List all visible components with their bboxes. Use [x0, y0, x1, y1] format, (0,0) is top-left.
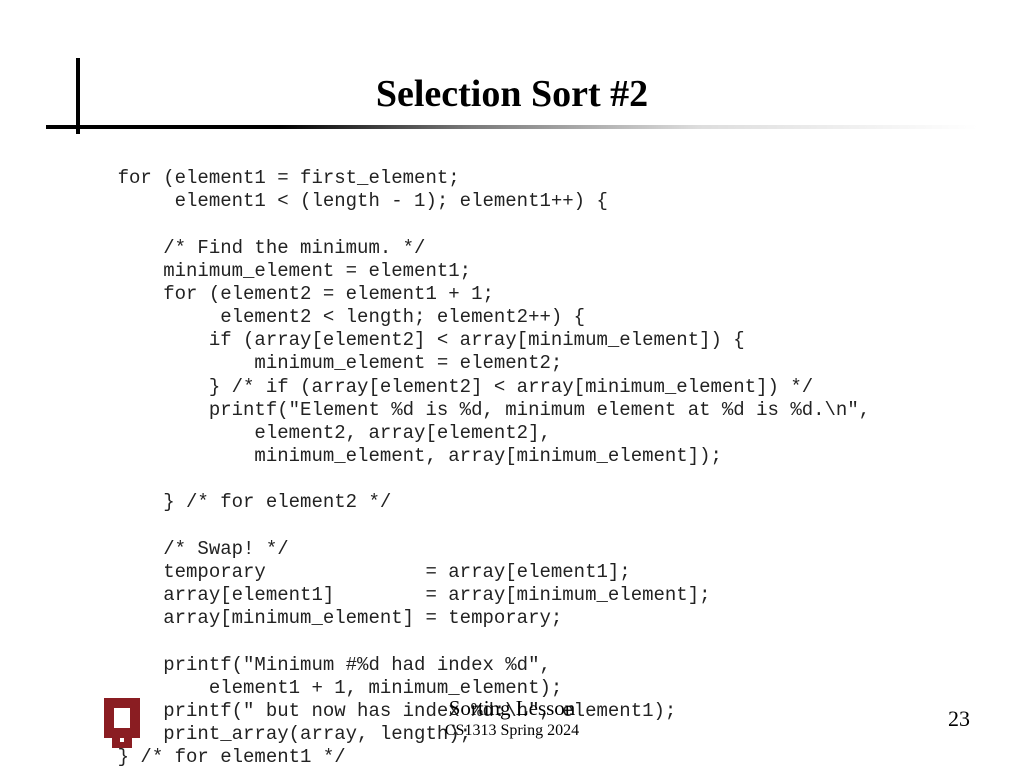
slide: Selection Sort #2 for (element1 = first_… [0, 0, 1024, 768]
footer-course: CS1313 Spring 2024 [0, 722, 1024, 740]
page-number: 23 [948, 706, 970, 732]
decor-horizontal-line [46, 125, 978, 129]
footer: Sorting Lesson CS1313 Spring 2024 [0, 696, 1024, 740]
slide-title: Selection Sort #2 [0, 72, 1024, 116]
code-block: for (element1 = first_element; element1 … [72, 167, 870, 768]
footer-lesson: Sorting Lesson [0, 696, 1024, 721]
